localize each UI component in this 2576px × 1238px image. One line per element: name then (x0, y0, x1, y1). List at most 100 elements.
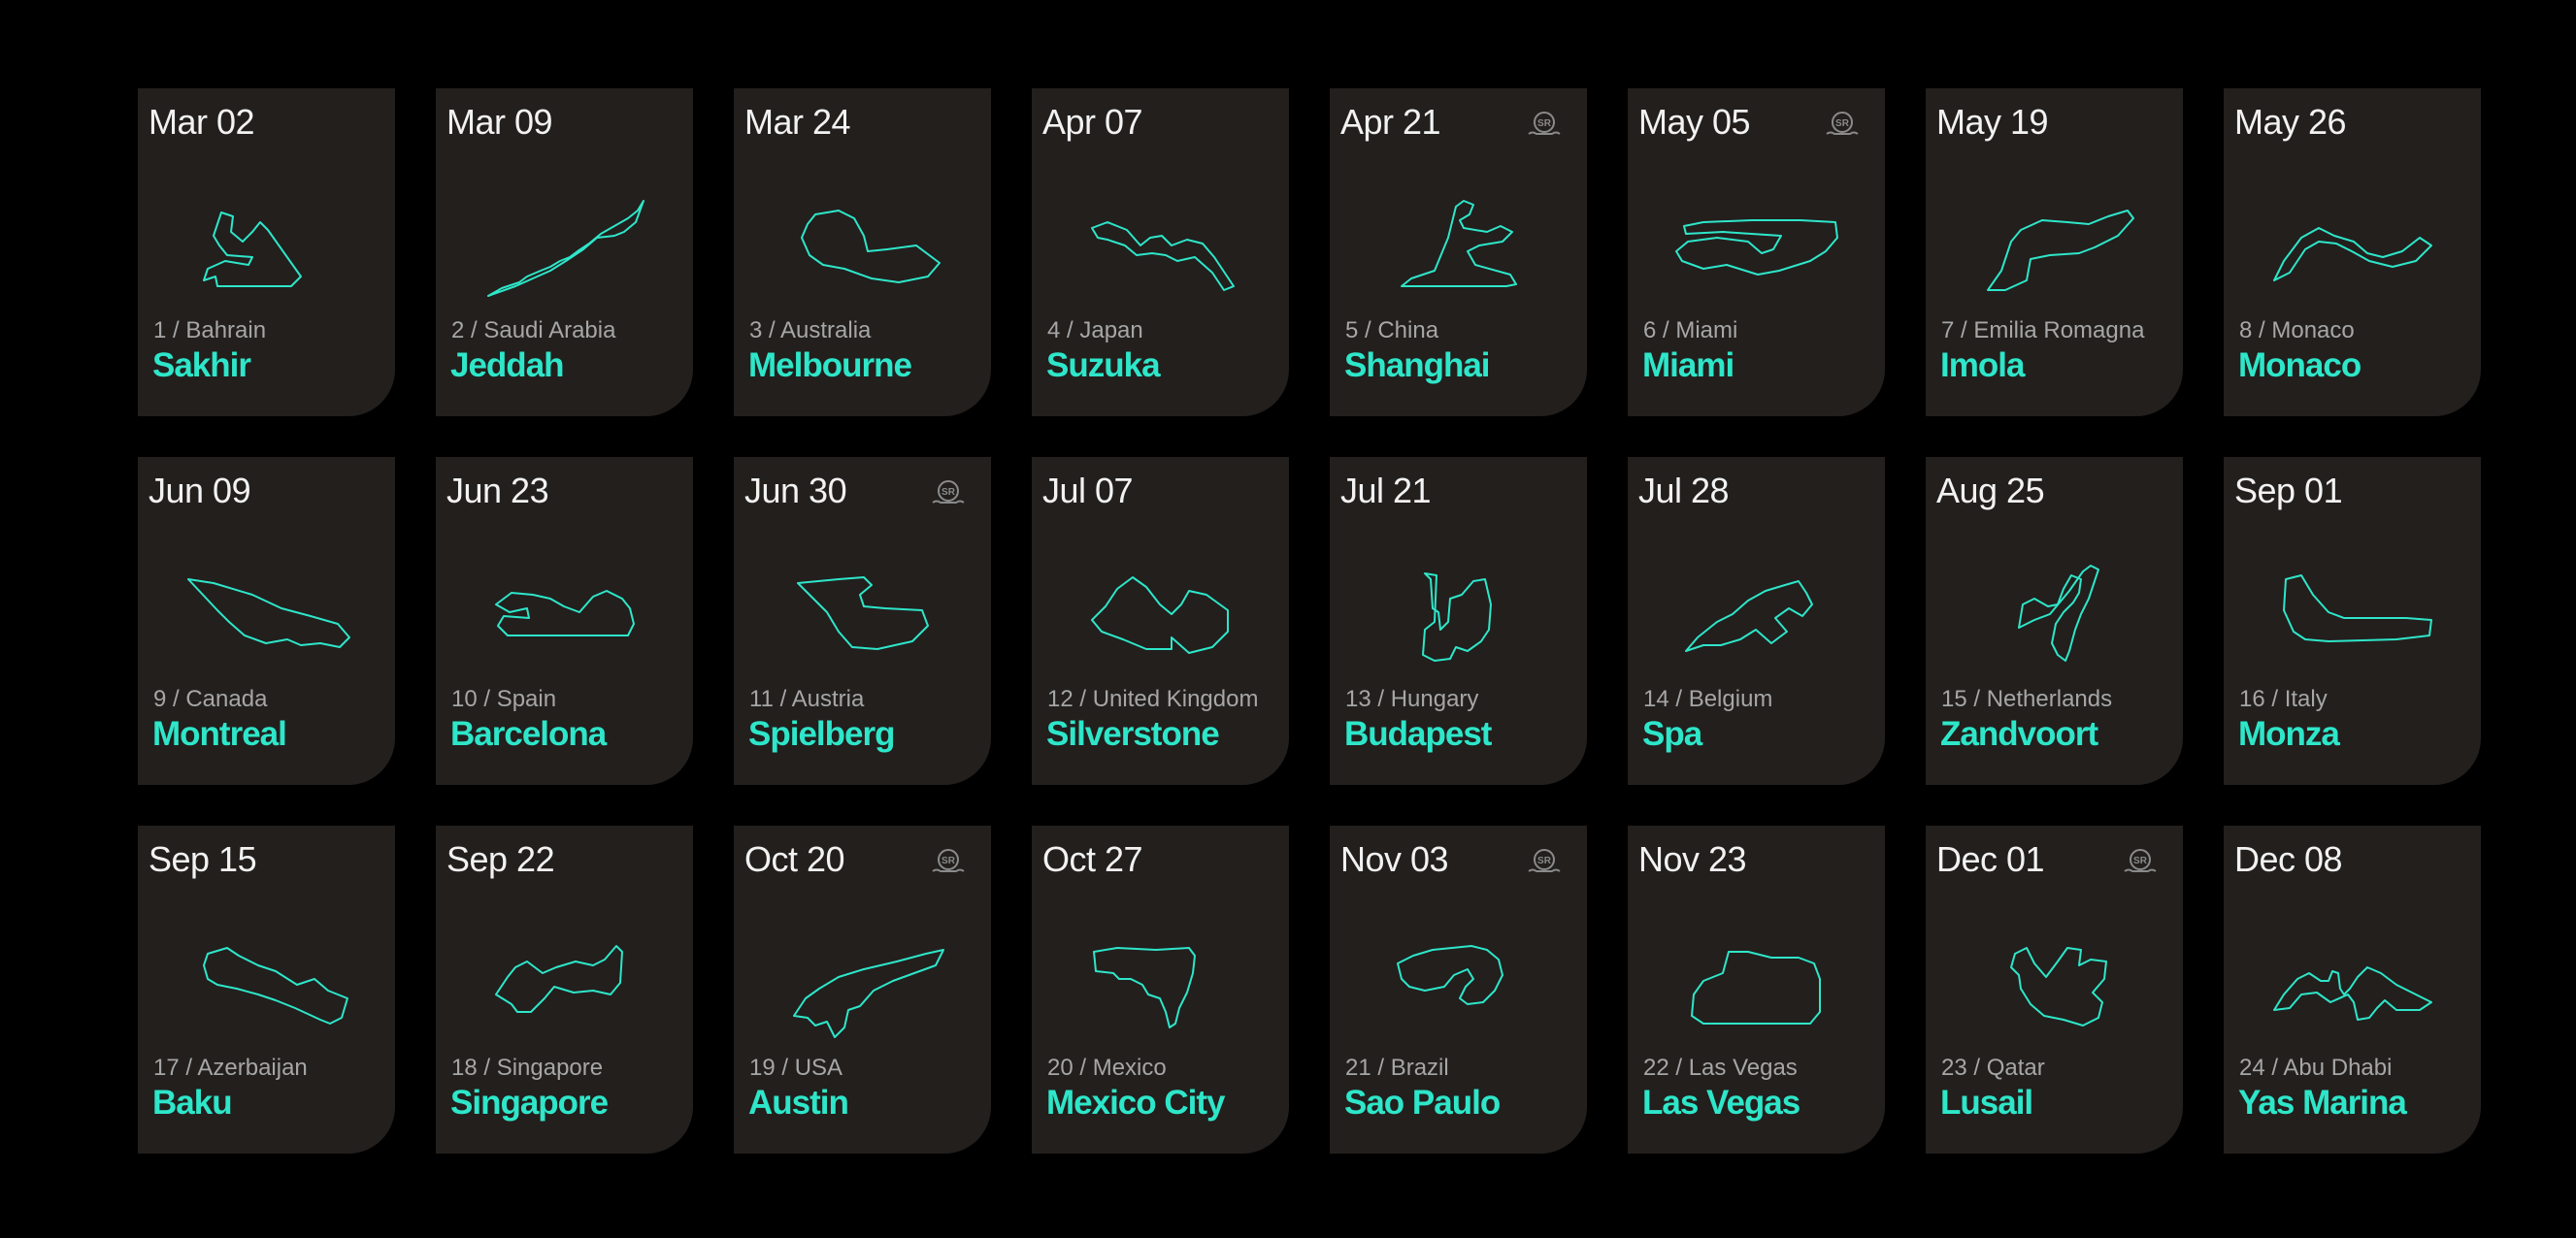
austin-track-icon (792, 949, 944, 1038)
race-date: Dec 01 (1936, 839, 2045, 879)
race-city: Melbourne (748, 346, 912, 384)
race-date: May 19 (1936, 102, 2049, 142)
race-card[interactable]: Apr 21 SR 5 / China Shanghai (1330, 88, 1587, 416)
barcelona-track-icon (494, 590, 635, 636)
las-vegas-track-icon (1690, 951, 1821, 1025)
race-card[interactable]: Sep 01 16 / Italy Monza (2224, 457, 2481, 785)
race-date: May 26 (2234, 102, 2347, 142)
race-card[interactable]: Jun 30 SR 11 / Austria Spielberg (734, 457, 991, 785)
race-city: Zandvoort (1940, 715, 2098, 753)
race-date: Jun 09 (149, 471, 251, 510)
sprint-race-icon: SR (1528, 849, 1561, 872)
race-card[interactable]: Mar 02 1 / Bahrain Sakhir (138, 88, 395, 416)
race-city: Mexico City (1046, 1084, 1225, 1122)
sakhir-track-icon (202, 212, 302, 287)
race-round-country: 2 / Saudi Arabia (451, 317, 616, 343)
sprint-race-icon: SR (1826, 112, 1859, 135)
race-card[interactable]: Jul 07 12 / United Kingdom Silverstone (1032, 457, 1289, 785)
miami-track-icon (1674, 219, 1838, 276)
race-card[interactable]: Dec 01 SR 23 / Qatar Lusail (1926, 826, 2183, 1154)
sprint-badge-label: SR (2133, 856, 2148, 866)
race-date: Sep 22 (446, 839, 555, 879)
race-card[interactable]: Sep 22 18 / Singapore Singapore (436, 826, 693, 1154)
sprint-race-icon: SR (1528, 112, 1561, 135)
race-round-country: 13 / Hungary (1345, 686, 1479, 712)
race-date: Mar 24 (744, 102, 851, 142)
suzuka-track-icon (1090, 221, 1235, 291)
race-city: Miami (1642, 346, 1734, 384)
jeddah-track-icon (486, 200, 644, 297)
race-city: Spa (1642, 715, 1702, 753)
sprint-badge-label: SR (941, 487, 956, 498)
race-date: May 05 (1638, 102, 1751, 142)
race-city: Imola (1940, 346, 2025, 384)
race-date: Jun 23 (446, 471, 549, 510)
race-round-country: 23 / Qatar (1941, 1055, 2045, 1081)
race-round-country: 10 / Spain (451, 686, 557, 712)
race-card[interactable]: Nov 03 SR 21 / Brazil Sao Paulo (1330, 826, 1587, 1154)
race-date: Mar 09 (446, 102, 553, 142)
race-city: Sao Paulo (1344, 1084, 1501, 1122)
race-date: Oct 20 (744, 839, 845, 879)
race-date: Jul 21 (1340, 471, 1432, 510)
budapest-track-icon (1421, 572, 1492, 662)
race-card[interactable]: Mar 24 3 / Australia Melbourne (734, 88, 991, 416)
spielberg-track-icon (796, 576, 929, 650)
singapore-track-icon (494, 945, 623, 1013)
melbourne-track-icon (800, 210, 941, 283)
race-card[interactable]: Jun 23 10 / Spain Barcelona (436, 457, 693, 785)
race-card[interactable]: Sep 15 17 / Azerbaijan Baku (138, 826, 395, 1154)
race-card[interactable]: Mar 09 2 / Saudi Arabia Jeddah (436, 88, 693, 416)
sprint-badge-label: SR (1537, 118, 1552, 129)
race-card[interactable]: Aug 25 15 / Netherlands Zandvoort (1926, 457, 2183, 785)
race-date: Jul 28 (1638, 471, 1730, 510)
race-date: Aug 25 (1936, 471, 2045, 510)
race-round-country: 5 / China (1345, 317, 1439, 343)
race-card[interactable]: Apr 07 4 / Japan Suzuka (1032, 88, 1289, 416)
race-city: Singapore (450, 1084, 609, 1122)
sprint-badge-label: SR (941, 856, 956, 866)
race-date: Nov 23 (1638, 839, 1747, 879)
race-city: Lusail (1940, 1084, 2033, 1122)
race-card[interactable]: May 19 7 / Emilia Romagna Imola (1926, 88, 2183, 416)
lusail-track-icon (2009, 947, 2107, 1026)
race-round-country: 22 / Las Vegas (1643, 1055, 1798, 1081)
silverstone-track-icon (1090, 576, 1229, 654)
race-card[interactable]: Oct 27 20 / Mexico Mexico City (1032, 826, 1289, 1154)
race-city: Shanghai (1344, 346, 1491, 384)
race-round-country: 19 / USA (749, 1055, 843, 1081)
race-date: Sep 01 (2234, 471, 2343, 510)
yas-marina-track-icon (2272, 966, 2432, 1021)
race-round-country: 3 / Australia (749, 317, 872, 343)
race-card[interactable]: Oct 20 SR 19 / USA Austin (734, 826, 991, 1154)
race-city: Budapest (1344, 715, 1492, 753)
race-card[interactable]: Jun 09 9 / Canada Montreal (138, 457, 395, 785)
zandvoort-track-icon (2017, 565, 2099, 662)
race-city: Monaco (2238, 346, 2361, 384)
race-city: Spielberg (748, 715, 895, 753)
race-city: Montreal (152, 715, 287, 753)
race-date: Nov 03 (1340, 839, 1449, 879)
race-city: Yas Marina (2238, 1084, 2407, 1122)
race-card[interactable]: May 26 8 / Monaco Monaco (2224, 88, 2481, 416)
sprint-race-icon: SR (932, 480, 965, 504)
race-round-country: 15 / Netherlands (1941, 686, 2113, 712)
montreal-track-icon (186, 578, 350, 648)
race-city: Barcelona (450, 715, 607, 753)
monza-track-icon (2282, 574, 2432, 642)
sao-paulo-track-icon (1396, 945, 1503, 1005)
shanghai-track-icon (1400, 200, 1517, 287)
race-round-country: 7 / Emilia Romagna (1941, 317, 2145, 343)
race-card[interactable]: Jul 28 14 / Belgium Spa (1628, 457, 1885, 785)
spa-track-icon (1684, 580, 1813, 652)
race-round-country: 20 / Mexico (1047, 1055, 1167, 1081)
race-card[interactable]: Nov 23 22 / Las Vegas Las Vegas (1628, 826, 1885, 1154)
race-card[interactable]: Jul 21 13 / Hungary Budapest (1330, 457, 1587, 785)
race-card[interactable]: Dec 08 24 / Abu Dhabi Yas Marina (2224, 826, 2481, 1154)
race-card[interactable]: May 05 SR 6 / Miami Miami (1628, 88, 1885, 416)
imola-track-icon (1986, 210, 2134, 291)
race-round-country: 9 / Canada (153, 686, 268, 712)
race-round-country: 18 / Singapore (451, 1055, 604, 1081)
baku-track-icon (202, 947, 348, 1025)
race-round-country: 14 / Belgium (1643, 686, 1773, 712)
